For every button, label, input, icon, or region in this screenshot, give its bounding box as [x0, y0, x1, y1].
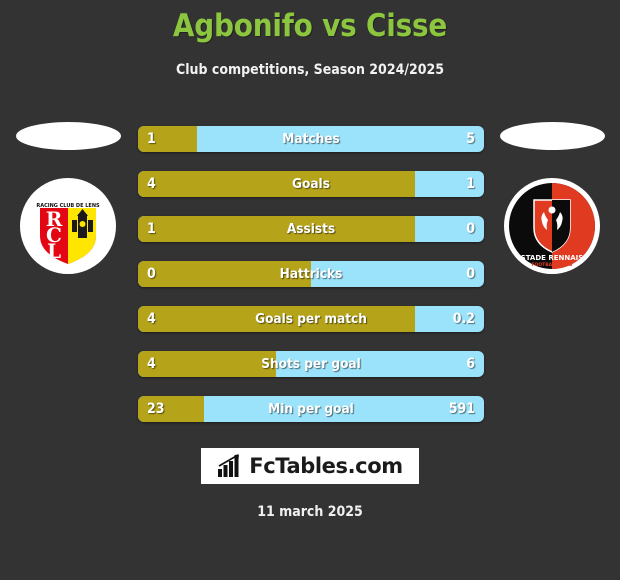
fctables-logo[interactable]: FcTables.com — [201, 448, 419, 484]
page-title: Agbonifo vs Cisse — [172, 8, 448, 44]
stat-row: 23 Min per goal 591 — [138, 396, 484, 422]
stat-away-value: 0 — [466, 221, 475, 237]
svg-text:STADE RENNAIS: STADE RENNAIS — [521, 254, 584, 262]
svg-text:L: L — [47, 239, 61, 263]
stat-away-value: 1 — [466, 176, 475, 192]
stat-bar-home — [138, 171, 415, 197]
stat-row: 4 Goals 1 — [138, 171, 484, 197]
stat-away-value: 5 — [466, 131, 475, 147]
stat-home-value: 1 — [147, 131, 156, 147]
stade-rennais-crest-icon: STADE RENNAIS FOOTBALL CLUB — [507, 181, 597, 271]
stat-home-value: 4 — [147, 176, 156, 192]
stat-row: 0 Hattricks 0 — [138, 261, 484, 287]
generated-date: 11 march 2025 — [257, 504, 363, 520]
stat-bar-home — [138, 351, 277, 377]
stat-bar-home — [138, 216, 415, 242]
stats-bar-list: 1 Matches 5 4 Goals 1 1 Assists 0 0 Hattricks 0 4 Goa… — [138, 126, 484, 441]
stat-away-value: 591 — [448, 401, 475, 417]
stat-home-value: 4 — [147, 356, 156, 372]
stat-row: 1 Matches 5 — [138, 126, 484, 152]
page-subtitle: Club competitions, Season 2024/2025 — [175, 62, 445, 78]
fctables-logo-text: FcTables.com — [249, 454, 403, 478]
stat-row: 4 Goals per match 0.2 — [138, 306, 484, 332]
stat-home-value: 23 — [147, 401, 165, 417]
home-side: RACING CLUB DE LENS R C L — [8, 110, 128, 274]
stat-away-value: 0 — [466, 266, 475, 282]
stat-row: 4 Shots per goal 6 — [138, 351, 484, 377]
rc-lens-crest-icon: RACING CLUB DE LENS R C L — [23, 181, 113, 271]
comparison-infographic: Agbonifo vs Cisse Club competitions, Sea… — [0, 0, 620, 580]
home-player-photo — [15, 122, 121, 150]
stat-bar-home — [138, 261, 311, 287]
stat-bar-home — [138, 306, 415, 332]
away-club-emblem: STADE RENNAIS FOOTBALL CLUB — [504, 178, 600, 274]
away-player-photo — [499, 122, 605, 150]
stat-home-value: 1 — [147, 221, 156, 237]
stat-row: 1 Assists 0 — [138, 216, 484, 242]
stat-away-value: 0.2 — [452, 311, 475, 327]
stat-home-value: 0 — [147, 266, 156, 282]
svg-text:FOOTBALL CLUB: FOOTBALL CLUB — [531, 262, 573, 268]
stat-away-value: 6 — [466, 356, 475, 372]
away-side: STADE RENNAIS FOOTBALL CLUB — [492, 110, 612, 274]
bar-chart-icon — [218, 454, 240, 477]
home-club-emblem: RACING CLUB DE LENS R C L — [20, 178, 116, 274]
stat-home-value: 4 — [147, 311, 156, 327]
